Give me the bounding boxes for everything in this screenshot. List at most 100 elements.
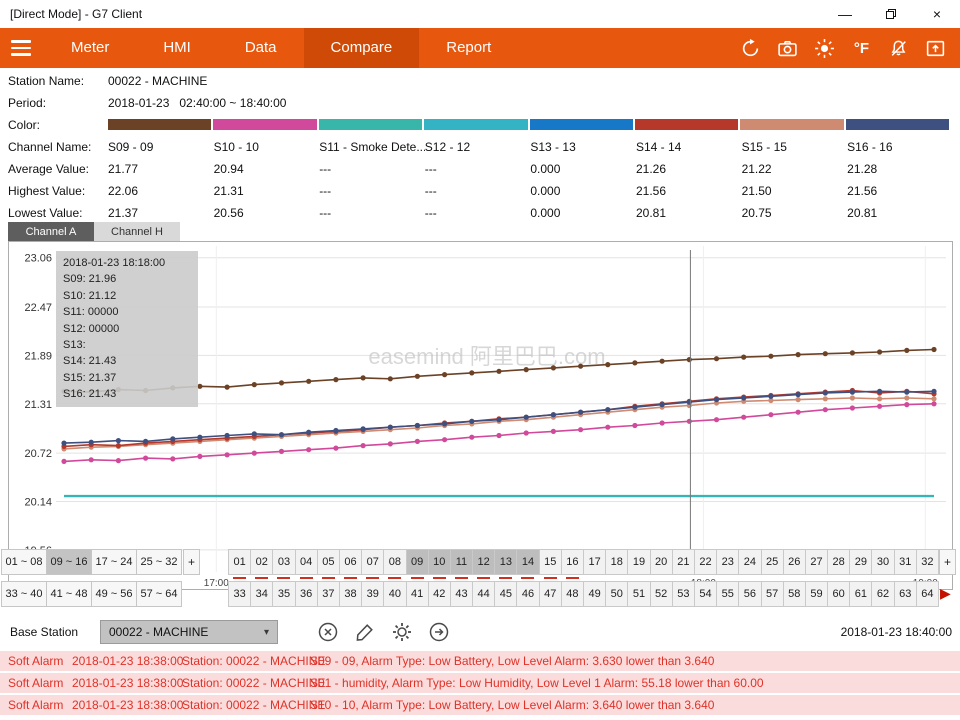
restore-button[interactable]: [868, 0, 914, 28]
tab-channel-h[interactable]: Channel H: [94, 222, 180, 241]
tab-channel-a[interactable]: Channel A: [8, 222, 94, 241]
pager-channel-button[interactable]: 17: [583, 549, 606, 575]
pager-channel-button[interactable]: 20: [650, 549, 673, 575]
pager-range-button[interactable]: 33 ~ 40: [1, 581, 47, 607]
pager-channel-button[interactable]: 29: [849, 549, 872, 575]
channel-color-swatch: [635, 119, 738, 130]
pager-channel-button[interactable]: 64: [916, 581, 939, 607]
next-page-arrow[interactable]: ▶: [940, 585, 951, 602]
pager-channel-button[interactable]: 46: [516, 581, 539, 607]
add-channel-button[interactable]: +: [939, 549, 956, 575]
pager-channel-button[interactable]: 09: [406, 549, 429, 575]
pager-channel-button[interactable]: 06: [339, 549, 362, 575]
pager-channel-button[interactable]: 05: [317, 549, 340, 575]
pager-channel-button[interactable]: 54: [694, 581, 717, 607]
pager-channel-button[interactable]: 15: [539, 549, 562, 575]
pager-channel-button[interactable]: 22: [694, 549, 717, 575]
pager-channel-button[interactable]: 43: [450, 581, 473, 607]
pager-channel-button[interactable]: 25: [761, 549, 784, 575]
pager-channel-button[interactable]: 04: [295, 549, 318, 575]
pager-channel-button[interactable]: 31: [894, 549, 917, 575]
alarm-type: Soft Alarm: [8, 698, 72, 712]
pager-channel-button[interactable]: 10: [428, 549, 451, 575]
pager-channel-button[interactable]: 39: [361, 581, 384, 607]
pager-channel-button[interactable]: 56: [738, 581, 761, 607]
pager-channel-button[interactable]: 49: [583, 581, 606, 607]
export-image-icon[interactable]: [917, 28, 954, 68]
pager-channel-button[interactable]: 37: [317, 581, 340, 607]
pager-channel-button[interactable]: 58: [783, 581, 806, 607]
pager-channel-button[interactable]: 51: [627, 581, 650, 607]
camera-icon[interactable]: [769, 28, 806, 68]
pager-channel-button[interactable]: 21: [672, 549, 695, 575]
pager-channel-button[interactable]: 52: [650, 581, 673, 607]
pager-channel-button[interactable]: 50: [605, 581, 628, 607]
pager-range-button[interactable]: 01 ~ 08: [1, 549, 47, 575]
pager-channel-button[interactable]: 55: [716, 581, 739, 607]
pager-channel-button[interactable]: 27: [805, 549, 828, 575]
pager-channel-button[interactable]: 60: [827, 581, 850, 607]
nav-item-data[interactable]: Data: [218, 28, 304, 68]
pager-channel-button[interactable]: 08: [383, 549, 406, 575]
pager-channel-button[interactable]: 36: [295, 581, 318, 607]
settings-gear-icon[interactable]: [390, 620, 414, 644]
pager-channel-button[interactable]: 41: [406, 581, 429, 607]
pager-channel-button[interactable]: 32: [916, 549, 939, 575]
base-station-dropdown[interactable]: 00022 - MACHINE ▾: [100, 620, 278, 644]
pager-channel-button[interactable]: 48: [561, 581, 584, 607]
brightness-icon[interactable]: [806, 28, 843, 68]
pager-channel-button[interactable]: 11: [450, 549, 473, 575]
edit-icon[interactable]: [353, 620, 377, 644]
pager-channel-button[interactable]: 47: [539, 581, 562, 607]
pager-channel-button[interactable]: 02: [250, 549, 273, 575]
pager-channel-button[interactable]: 23: [716, 549, 739, 575]
pager-channel-button[interactable]: 45: [494, 581, 517, 607]
pager-channel-button[interactable]: 53: [672, 581, 695, 607]
trend-chart[interactable]: 23.0622.4721.8921.3120.7220.1419.5617:00…: [8, 241, 953, 590]
sync-icon[interactable]: [732, 28, 769, 68]
pager-channel-button[interactable]: 13: [494, 549, 517, 575]
temperature-unit-toggle[interactable]: °F: [843, 28, 880, 68]
pager-channel-button[interactable]: 18: [605, 549, 628, 575]
goto-icon[interactable]: [427, 620, 451, 644]
pager-range-button[interactable]: 41 ~ 48: [46, 581, 92, 607]
pager-range-button[interactable]: 17 ~ 24: [91, 549, 137, 575]
nav-item-hmi[interactable]: HMI: [136, 28, 218, 68]
pager-channel-button[interactable]: 40: [383, 581, 406, 607]
add-range-button[interactable]: +: [183, 549, 200, 575]
pager-channel-button[interactable]: 19: [627, 549, 650, 575]
pager-channel-button[interactable]: 12: [472, 549, 495, 575]
pager-range-button[interactable]: 49 ~ 56: [91, 581, 137, 607]
pager-range-button[interactable]: 57 ~ 64: [136, 581, 182, 607]
pager-channel-button[interactable]: 33: [228, 581, 251, 607]
pager-range-button[interactable]: 09 ~ 16: [46, 549, 92, 575]
pager-channel-button[interactable]: 42: [428, 581, 451, 607]
nav-item-compare[interactable]: Compare: [304, 28, 420, 68]
pager-channel-button[interactable]: 57: [761, 581, 784, 607]
pager-channel-button[interactable]: 28: [827, 549, 850, 575]
pager-channel-button[interactable]: 30: [871, 549, 894, 575]
pager-channel-button[interactable]: 38: [339, 581, 362, 607]
alarm-mute-icon[interactable]: [880, 28, 917, 68]
minimize-button[interactable]: —: [822, 0, 868, 28]
pager-channel-button[interactable]: 62: [871, 581, 894, 607]
pager-channel-button[interactable]: 16: [561, 549, 584, 575]
close-button[interactable]: ×: [914, 0, 960, 28]
pager-channel-button[interactable]: 34: [250, 581, 273, 607]
pager-channel-button[interactable]: 14: [516, 549, 539, 575]
pager-channel-button[interactable]: 44: [472, 581, 495, 607]
pager-channel-button[interactable]: 35: [272, 581, 295, 607]
hamburger-menu-icon[interactable]: [0, 28, 44, 68]
pager-channel-button[interactable]: 03: [272, 549, 295, 575]
nav-item-report[interactable]: Report: [419, 28, 518, 68]
nav-item-meter[interactable]: Meter: [44, 28, 136, 68]
pager-channel-button[interactable]: 24: [738, 549, 761, 575]
pager-channel-button[interactable]: 61: [849, 581, 872, 607]
pager-channel-button[interactable]: 26: [783, 549, 806, 575]
pager-channel-button[interactable]: 07: [361, 549, 384, 575]
pager-channel-button[interactable]: 59: [805, 581, 828, 607]
pager-channel-button[interactable]: 63: [894, 581, 917, 607]
pager-range-button[interactable]: 25 ~ 32: [136, 549, 182, 575]
pager-channel-button[interactable]: 01: [228, 549, 251, 575]
clear-icon[interactable]: [316, 620, 340, 644]
